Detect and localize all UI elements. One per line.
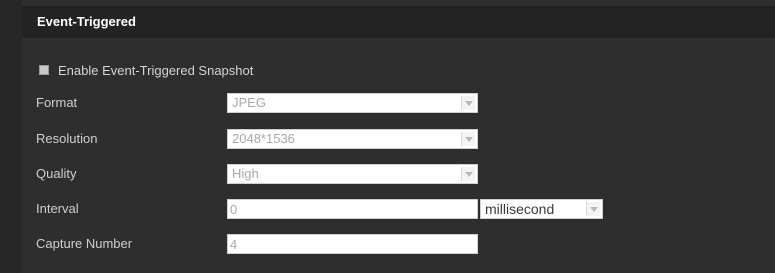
chevron-down-icon[interactable] (586, 202, 600, 216)
section-header: Event-Triggered (22, 6, 775, 38)
quality-value: High (232, 166, 259, 181)
format-value: JPEG (232, 95, 266, 110)
event-triggered-panel: Event-Triggered Enable Event-Triggered S… (22, 0, 775, 273)
enable-snapshot-checkbox[interactable] (39, 65, 49, 75)
interval-unit-value: millisecond (485, 201, 555, 217)
capture-number-input[interactable] (230, 235, 477, 253)
chevron-down-icon[interactable] (461, 132, 475, 146)
interval-unit-select[interactable]: millisecond (480, 199, 603, 219)
resolution-value: 2048*1536 (232, 131, 295, 146)
quality-select[interactable]: High (227, 164, 478, 184)
enable-snapshot-row: Enable Event-Triggered Snapshot (39, 62, 253, 78)
format-label: Format (36, 95, 78, 110)
capture-number-field[interactable] (227, 234, 478, 254)
enable-snapshot-label: Enable Event-Triggered Snapshot (58, 62, 254, 78)
resolution-label: Resolution (36, 131, 98, 146)
format-select[interactable]: JPEG (227, 93, 478, 113)
interval-field[interactable] (227, 199, 478, 219)
interval-label: Interval (36, 201, 79, 216)
capture-number-label: Capture Number (36, 236, 133, 251)
chevron-down-icon[interactable] (461, 96, 475, 110)
interval-input[interactable] (230, 200, 477, 218)
chevron-down-icon[interactable] (461, 167, 475, 181)
resolution-select[interactable]: 2048*1536 (227, 129, 478, 149)
quality-label: Quality (36, 166, 77, 181)
